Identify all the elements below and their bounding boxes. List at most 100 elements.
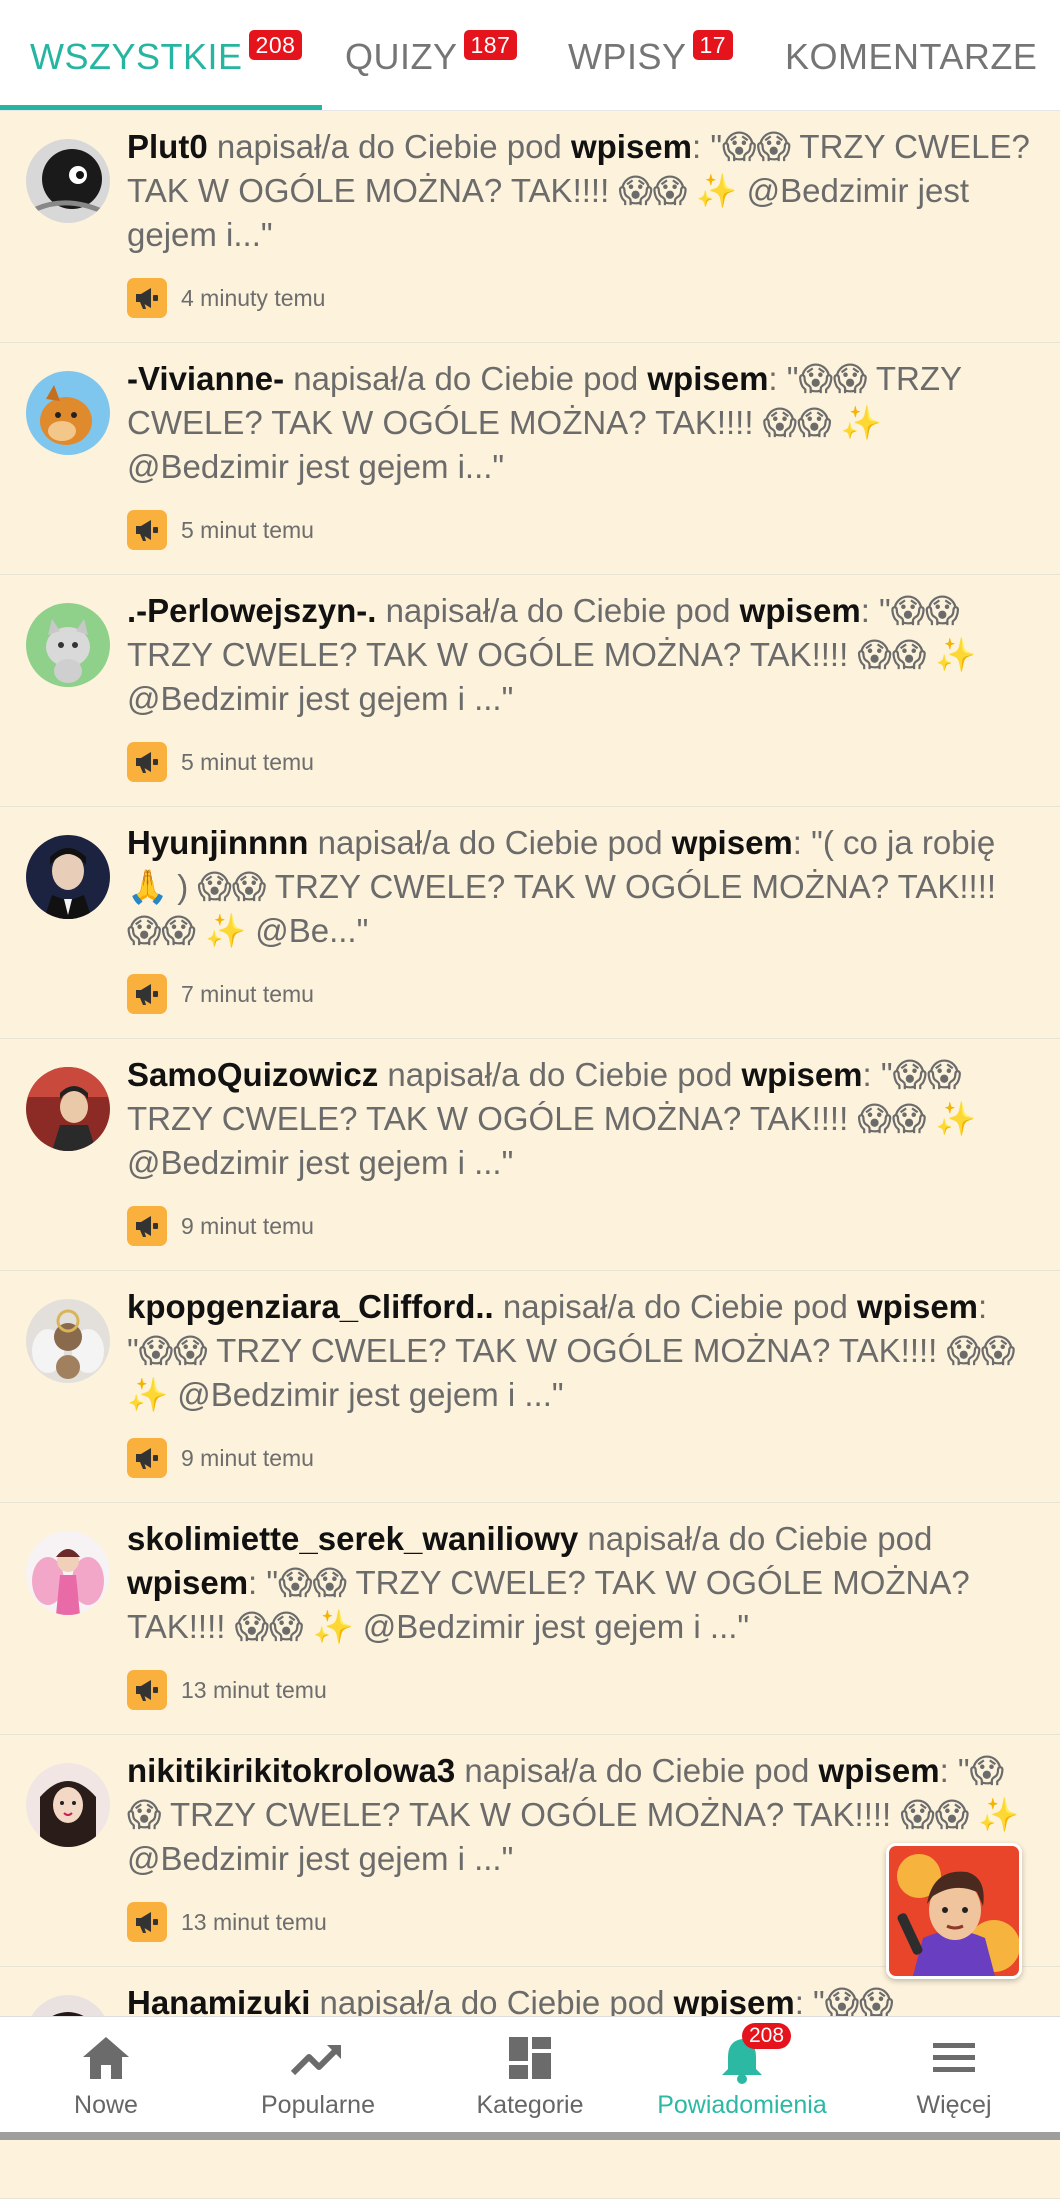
notification-item[interactable]: -Vivianne- napisał/a do Ciebie pod wpise… — [0, 343, 1060, 575]
trending-icon — [290, 2035, 345, 2085]
username-link[interactable]: skolimiette_serek_waniliowy — [127, 1520, 578, 1557]
timestamp: 4 minuty temu — [181, 284, 326, 311]
username-link[interactable]: kpopgenziara_Clifford.. — [127, 1288, 494, 1325]
nav-new-label: Nowe — [74, 2091, 138, 2119]
megaphone-icon — [127, 742, 167, 782]
notification-meta: 7 minut temu — [127, 974, 314, 1014]
megaphone-icon — [127, 1438, 167, 1478]
username-link[interactable]: -Vivianne- — [127, 360, 284, 397]
notification-item[interactable]: SamoQuizowicz napisał/a do Ciebie pod wp… — [0, 1039, 1060, 1271]
avatar[interactable] — [26, 371, 110, 455]
notifications-badge: 208 — [742, 2023, 792, 2049]
notification-item[interactable]: kpopgenziara_Clifford.. napisał/a do Cie… — [0, 1271, 1060, 1503]
notification-text: skolimiette_serek_waniliowy napisał/a do… — [127, 1517, 1037, 1649]
post-link[interactable]: wpisem — [127, 1564, 248, 1601]
timestamp: 5 minut temu — [181, 748, 314, 775]
username-link[interactable]: nikitikirikitokrolowa3 — [127, 1752, 455, 1789]
notification-meta: 9 minut temu — [127, 1206, 314, 1246]
tab-posts-label: WPISY — [568, 36, 687, 77]
avatar[interactable] — [26, 1531, 110, 1615]
megaphone-icon — [127, 1206, 167, 1246]
notification-text: Hyunjinnnn napisał/a do Ciebie pod wpise… — [127, 821, 1037, 953]
message-text: napisał/a do Ciebie pod — [493, 1288, 857, 1325]
post-link[interactable]: wpisem — [819, 1752, 940, 1789]
notification-meta: 5 minut temu — [127, 510, 314, 550]
tab-quizzes-label: QUIZY — [345, 36, 458, 77]
avatar[interactable] — [26, 139, 110, 223]
bottom-navigation: Nowe Popularne Kategorie 208 Powiadomien… — [0, 2016, 1060, 2140]
message-text: napisał/a do Ciebie pod — [308, 824, 672, 861]
post-link[interactable]: wpisem — [672, 824, 793, 861]
nav-new[interactable]: Nowe — [0, 2017, 212, 2132]
quote-text: : "😱😱 TRZY CWELE? TAK W OGÓLE MOŻNA? TAK… — [127, 1564, 970, 1645]
avatar[interactable] — [26, 1763, 110, 1847]
timestamp: 9 minut temu — [181, 1444, 314, 1471]
notification-text: kpopgenziara_Clifford.. napisał/a do Cie… — [127, 1285, 1037, 1417]
tab-all[interactable]: WSZYSTKIE 208 — [0, 0, 323, 110]
timestamp: 5 minut temu — [181, 516, 314, 543]
tab-quizzes[interactable]: QUIZY 187 — [345, 0, 518, 110]
post-link[interactable]: wpisem — [740, 592, 861, 629]
avatar[interactable] — [26, 1299, 110, 1383]
avatar[interactable] — [26, 835, 110, 919]
notification-meta: 13 minut temu — [127, 1670, 327, 1710]
floating-avatar-button[interactable] — [886, 1843, 1022, 1979]
tab-bar: WSZYSTKIE 208 QUIZY 187 WPISY 17 KOMENTA… — [0, 0, 1060, 111]
bell-icon: 208 — [720, 2023, 792, 2085]
notification-meta: 9 minut temu — [127, 1438, 314, 1478]
avatar[interactable] — [26, 603, 110, 687]
post-link[interactable]: wpisem — [647, 360, 768, 397]
username-link[interactable]: Plut0 — [127, 128, 208, 165]
home-icon — [81, 2035, 131, 2085]
username-link[interactable]: Hyunjinnnn — [127, 824, 308, 861]
tab-quizzes-badge: 187 — [463, 30, 518, 60]
tab-comments[interactable]: KOMENTARZE — [785, 0, 1037, 110]
username-link[interactable]: SamoQuizowicz — [127, 1056, 378, 1093]
timestamp: 13 minut temu — [181, 1908, 327, 1935]
message-text: napisał/a do Ciebie pod — [378, 1056, 742, 1093]
megaphone-icon — [127, 510, 167, 550]
nav-more-label: Więcej — [916, 2091, 992, 2119]
notification-text: Plut0 napisał/a do Ciebie pod wpisem: "😱… — [127, 125, 1037, 257]
notification-meta: 4 minuty temu — [127, 278, 325, 318]
message-text: napisał/a do Ciebie pod — [207, 128, 571, 165]
timestamp: 9 minut temu — [181, 1212, 314, 1239]
notification-item[interactable]: skolimiette_serek_waniliowy napisał/a do… — [0, 1503, 1060, 1735]
tab-posts-badge: 17 — [692, 30, 734, 60]
post-link[interactable]: wpisem — [741, 1056, 862, 1093]
username-link[interactable]: .-Perlowejszyn-. — [127, 592, 376, 629]
tab-all-badge: 208 — [248, 30, 303, 60]
notification-text: SamoQuizowicz napisał/a do Ciebie pod wp… — [127, 1053, 1037, 1185]
nav-categories[interactable]: Kategorie — [424, 2017, 636, 2132]
megaphone-icon — [127, 1670, 167, 1710]
menu-icon — [931, 2035, 977, 2085]
message-text: napisał/a do Ciebie pod — [578, 1520, 933, 1557]
notification-item[interactable]: Hyunjinnnn napisał/a do Ciebie pod wpise… — [0, 807, 1060, 1039]
avatar[interactable] — [26, 1067, 110, 1151]
nav-notifications-label: Powiadomienia — [657, 2091, 827, 2119]
notification-meta: 13 minut temu — [127, 1902, 327, 1942]
message-text: napisał/a do Ciebie pod — [284, 360, 648, 397]
nav-categories-label: Kategorie — [476, 2091, 584, 2119]
tab-all-label: WSZYSTKIE — [30, 36, 243, 77]
notification-text: -Vivianne- napisał/a do Ciebie pod wpise… — [127, 357, 1037, 489]
notification-item[interactable]: Plut0 napisał/a do Ciebie pod wpisem: "😱… — [0, 111, 1060, 343]
grid-icon — [507, 2035, 553, 2085]
megaphone-icon — [127, 278, 167, 318]
post-link[interactable]: wpisem — [571, 128, 692, 165]
timestamp: 13 minut temu — [181, 1676, 327, 1703]
message-text: napisał/a do Ciebie pod — [455, 1752, 819, 1789]
timestamp: 7 minut temu — [181, 980, 314, 1007]
tab-posts[interactable]: WPISY 17 — [568, 0, 734, 110]
post-link[interactable]: wpisem — [857, 1288, 978, 1325]
megaphone-icon — [127, 1902, 167, 1942]
notification-text: .-Perlowejszyn-. napisał/a do Ciebie pod… — [127, 589, 1037, 721]
notification-meta: 5 minut temu — [127, 742, 314, 782]
nav-notifications[interactable]: 208 Powiadomienia — [636, 2017, 848, 2132]
megaphone-icon — [127, 974, 167, 1014]
nav-popular[interactable]: Popularne — [212, 2017, 424, 2132]
nav-more[interactable]: Więcej — [848, 2017, 1060, 2132]
notification-item[interactable]: .-Perlowejszyn-. napisał/a do Ciebie pod… — [0, 575, 1060, 807]
nav-popular-label: Popularne — [261, 2091, 375, 2119]
tab-comments-label: KOMENTARZE — [785, 36, 1038, 77]
